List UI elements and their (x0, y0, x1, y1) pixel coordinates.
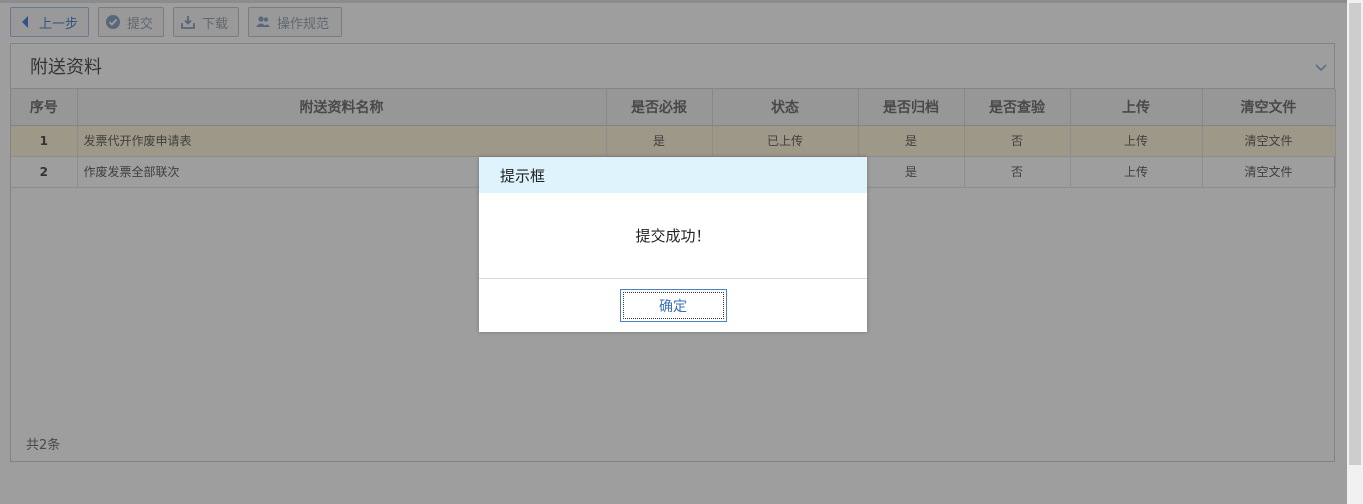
vertical-scrollbar[interactable] (1347, 0, 1363, 504)
scrollbar-thumb[interactable] (1349, 3, 1361, 465)
ok-button[interactable]: 确定 (619, 289, 727, 322)
dialog-body: 提交成功！ (479, 193, 867, 279)
dialog-message: 提交成功！ (635, 227, 711, 245)
dialog-title: 提示框 (500, 166, 546, 185)
dialog-header: 提示框 (479, 157, 867, 193)
alert-dialog: 提示框 提交成功！ 确定 (479, 157, 867, 332)
dialog-footer: 确定 (479, 279, 867, 332)
